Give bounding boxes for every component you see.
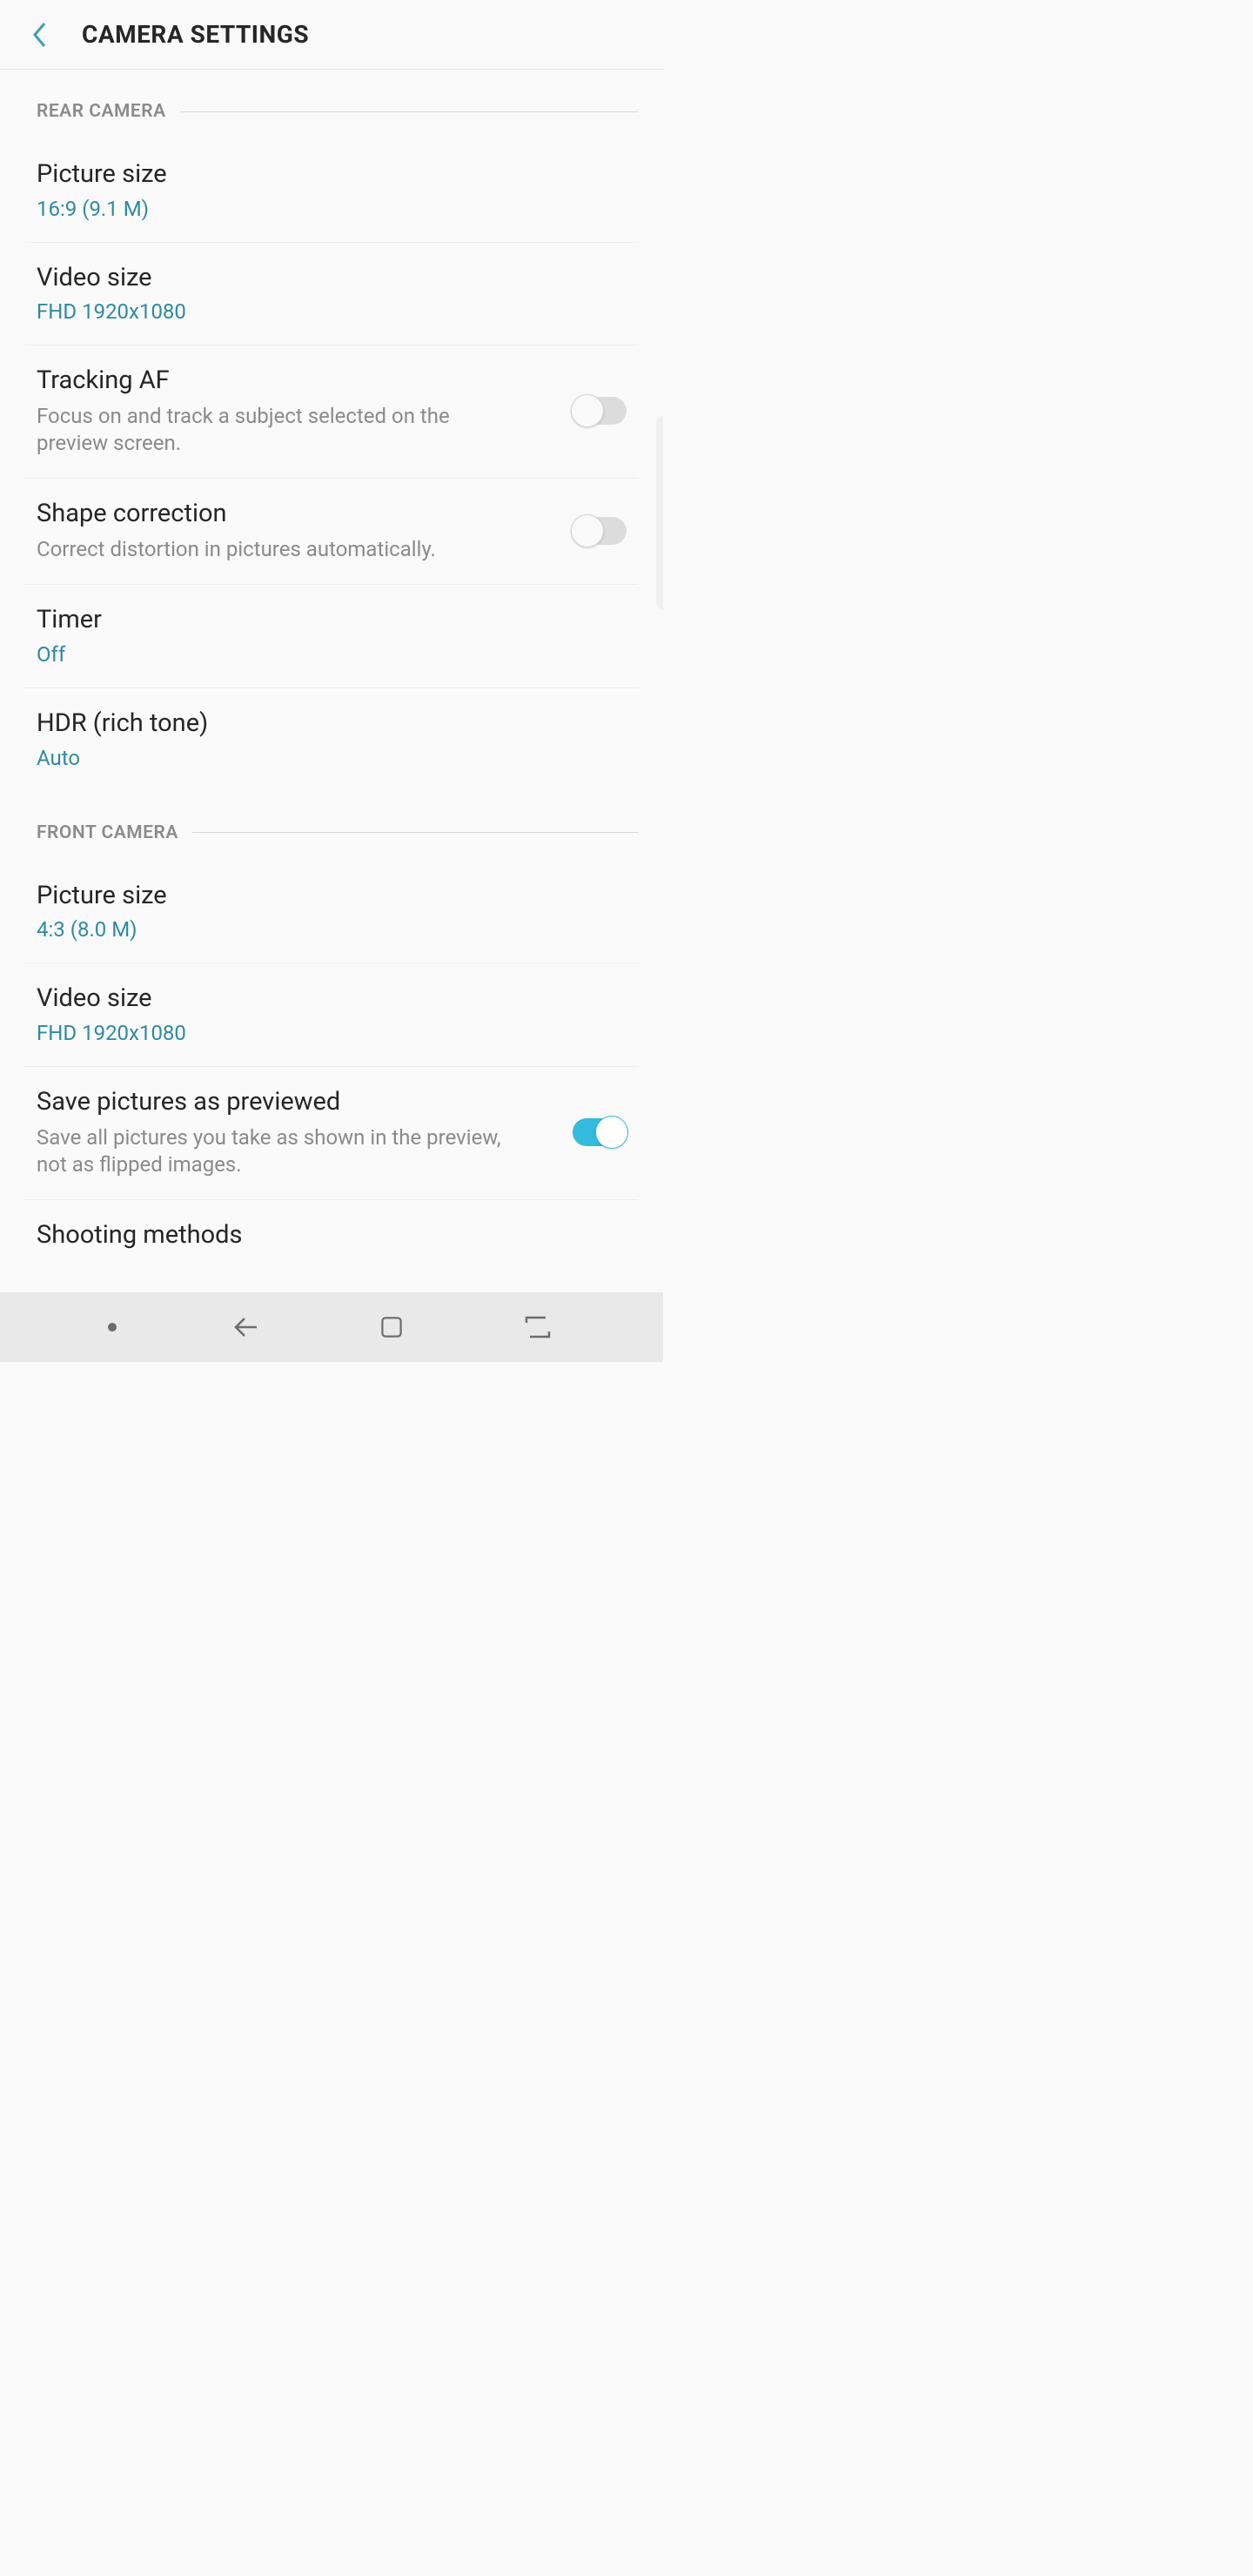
setting-title: Shooting methods	[37, 1219, 626, 1252]
setting-rear-picture-size[interactable]: Picture size 16:9 (9.1 M)	[24, 139, 639, 243]
setting-shooting-methods[interactable]: Shooting methods	[24, 1200, 639, 1273]
setting-title: Save pictures as previewed	[37, 1086, 555, 1119]
setting-title: Video size	[37, 983, 626, 1016]
section-label: REAR CAMERA	[37, 101, 166, 122]
save-pictures-toggle[interactable]	[573, 1118, 626, 1146]
navigation-bar	[0, 1292, 663, 1362]
setting-title: Tracking AF	[37, 365, 555, 398]
setting-save-pictures-as-previewed[interactable]: Save pictures as previewed Save all pict…	[24, 1067, 639, 1200]
setting-description: Save all pictures you take as shown in t…	[37, 1124, 506, 1178]
recents-icon	[523, 1312, 553, 1342]
setting-title: Picture size	[37, 880, 626, 913]
setting-front-picture-size[interactable]: Picture size 4:3 (8.0 M)	[24, 861, 639, 964]
setting-hdr[interactable]: HDR (rich tone) Auto	[24, 688, 639, 791]
setting-timer[interactable]: Timer Off	[24, 585, 639, 688]
setting-value: Auto	[37, 746, 626, 770]
nav-home-button[interactable]	[374, 1310, 409, 1345]
home-icon	[379, 1314, 405, 1340]
setting-shape-correction[interactable]: Shape correction Correct distortion in p…	[24, 479, 639, 585]
divider	[180, 111, 639, 112]
back-button[interactable]	[30, 18, 49, 51]
section-header-rear-camera: REAR CAMERA	[24, 101, 639, 122]
arrow-left-icon	[231, 1312, 260, 1342]
setting-title: HDR (rich tone)	[37, 708, 626, 741]
setting-value: 4:3 (8.0 M)	[37, 917, 626, 942]
nav-recents-button[interactable]	[520, 1310, 555, 1345]
app-header: CAMERA SETTINGS	[0, 0, 663, 70]
setting-title: Shape correction	[37, 498, 555, 531]
section-label: FRONT CAMERA	[37, 822, 178, 843]
shape-correction-toggle[interactable]	[573, 517, 626, 545]
setting-value: FHD 1920x1080	[37, 299, 626, 324]
settings-list: REAR CAMERA Picture size 16:9 (9.1 M) Vi…	[0, 70, 663, 1292]
section-header-front-camera: FRONT CAMERA	[24, 822, 639, 843]
page-title: CAMERA SETTINGS	[82, 20, 309, 49]
setting-title: Picture size	[37, 158, 626, 191]
setting-description: Focus on and track a subject selected on…	[37, 403, 506, 457]
setting-description: Correct distortion in pictures automatic…	[37, 536, 506, 563]
tracking-af-toggle[interactable]	[573, 397, 626, 425]
setting-value: Off	[37, 642, 626, 667]
divider	[192, 832, 639, 833]
setting-value: 16:9 (9.1 M)	[37, 197, 626, 221]
setting-value: FHD 1920x1080	[37, 1021, 626, 1045]
nav-back-button[interactable]	[228, 1310, 263, 1345]
scroll-handle[interactable]	[656, 416, 663, 609]
setting-title: Timer	[37, 604, 626, 637]
setting-title: Video size	[37, 262, 626, 295]
setting-front-video-size[interactable]: Video size FHD 1920x1080	[24, 963, 639, 1067]
setting-tracking-af[interactable]: Tracking AF Focus on and track a subject…	[24, 345, 639, 479]
nav-indicator-dot	[108, 1323, 117, 1332]
setting-rear-video-size[interactable]: Video size FHD 1920x1080	[24, 243, 639, 346]
chevron-left-icon	[32, 22, 46, 48]
